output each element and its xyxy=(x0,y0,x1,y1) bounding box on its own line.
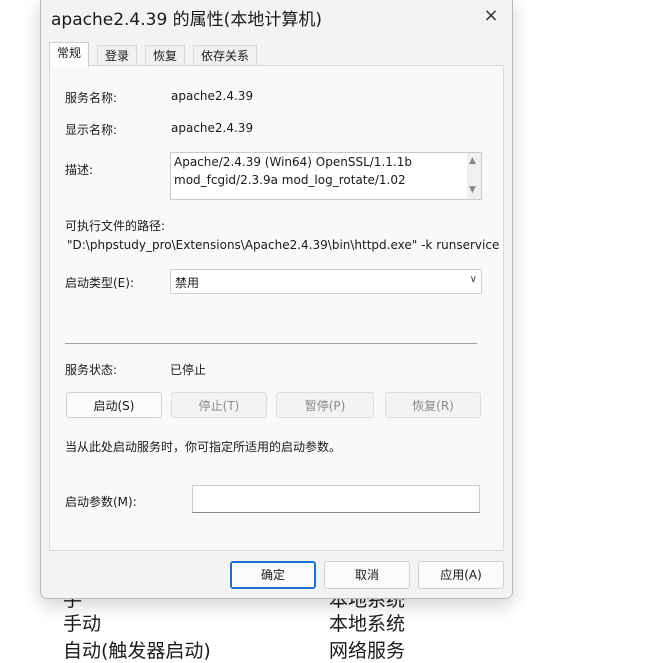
start-params-input[interactable] xyxy=(192,485,480,513)
bg-row-account: 本地系统 xyxy=(329,613,406,635)
description-box[interactable]: Apache/2.4.39 (Win64) OpenSSL/1.1.1b mod… xyxy=(170,152,482,200)
startup-type-label: 启动类型(E): xyxy=(65,276,134,290)
description-label: 描述: xyxy=(65,163,94,177)
service-status-label: 服务状态: xyxy=(65,363,118,377)
tab-recovery[interactable]: 恢复 xyxy=(145,45,186,67)
dialog-title: apache2.4.39 的属性(本地计算机) xyxy=(51,10,322,30)
start-params-hint: 当从此处启动服务时，你可指定所适用的启动参数。 xyxy=(65,440,342,454)
bg-row-startup-type: 手动 xyxy=(63,613,102,635)
display-name-value: apache2.4.39 xyxy=(171,121,254,135)
tab-dependencies[interactable]: 依存关系 xyxy=(193,45,258,67)
scroll-down-icon[interactable]: ▼ xyxy=(469,185,476,195)
pause-button[interactable]: 暂停(P) xyxy=(276,392,374,418)
scroll-up-icon[interactable]: ▲ xyxy=(469,156,476,166)
start-params-label: 启动参数(M): xyxy=(65,495,137,509)
properties-dialog: apache2.4.39 的属性(本地计算机) × 常规 登录 恢复 依存关系 … xyxy=(40,0,513,599)
description-line: mod_fcgid/2.3.9a mod_log_rotate/1.02 xyxy=(174,173,406,187)
chevron-down-icon: ∨ xyxy=(469,274,477,285)
service-name-value: apache2.4.39 xyxy=(171,89,254,103)
exe-path-label: 可执行文件的路径: xyxy=(65,219,166,233)
exe-path-value: "D:\phpstudy_pro\Extensions\Apache2.4.39… xyxy=(67,238,500,252)
resume-button[interactable]: 恢复(R) xyxy=(385,392,481,418)
startup-type-value: 禁用 xyxy=(175,276,200,290)
startup-type-dropdown[interactable]: 禁用 ∨ xyxy=(170,269,482,294)
close-icon[interactable]: × xyxy=(479,4,503,28)
tab-general[interactable]: 常规 xyxy=(49,42,90,67)
cancel-button[interactable]: 取消 xyxy=(324,561,410,589)
tab-logon[interactable]: 登录 xyxy=(97,45,138,67)
ok-button[interactable]: 确定 xyxy=(230,561,316,589)
service-name-label: 服务名称: xyxy=(65,91,118,105)
service-status-value: 已停止 xyxy=(170,363,207,377)
description-line: Apache/2.4.39 (Win64) OpenSSL/1.1.1b xyxy=(174,155,412,169)
apply-button[interactable]: 应用(A) xyxy=(418,561,504,589)
bg-row-startup-type: 自动(触发器启动) xyxy=(63,640,211,662)
bg-row-account: 网络服务 xyxy=(329,640,406,662)
start-button[interactable]: 启动(S) xyxy=(66,392,162,418)
stop-button[interactable]: 停止(T) xyxy=(171,392,267,418)
divider xyxy=(65,343,477,344)
display-name-label: 显示名称: xyxy=(65,123,118,137)
general-tab-panel: 服务名称: apache2.4.39 显示名称: apache2.4.39 描述… xyxy=(49,65,504,551)
description-scrollbar[interactable]: ▲ ▼ xyxy=(467,153,481,199)
